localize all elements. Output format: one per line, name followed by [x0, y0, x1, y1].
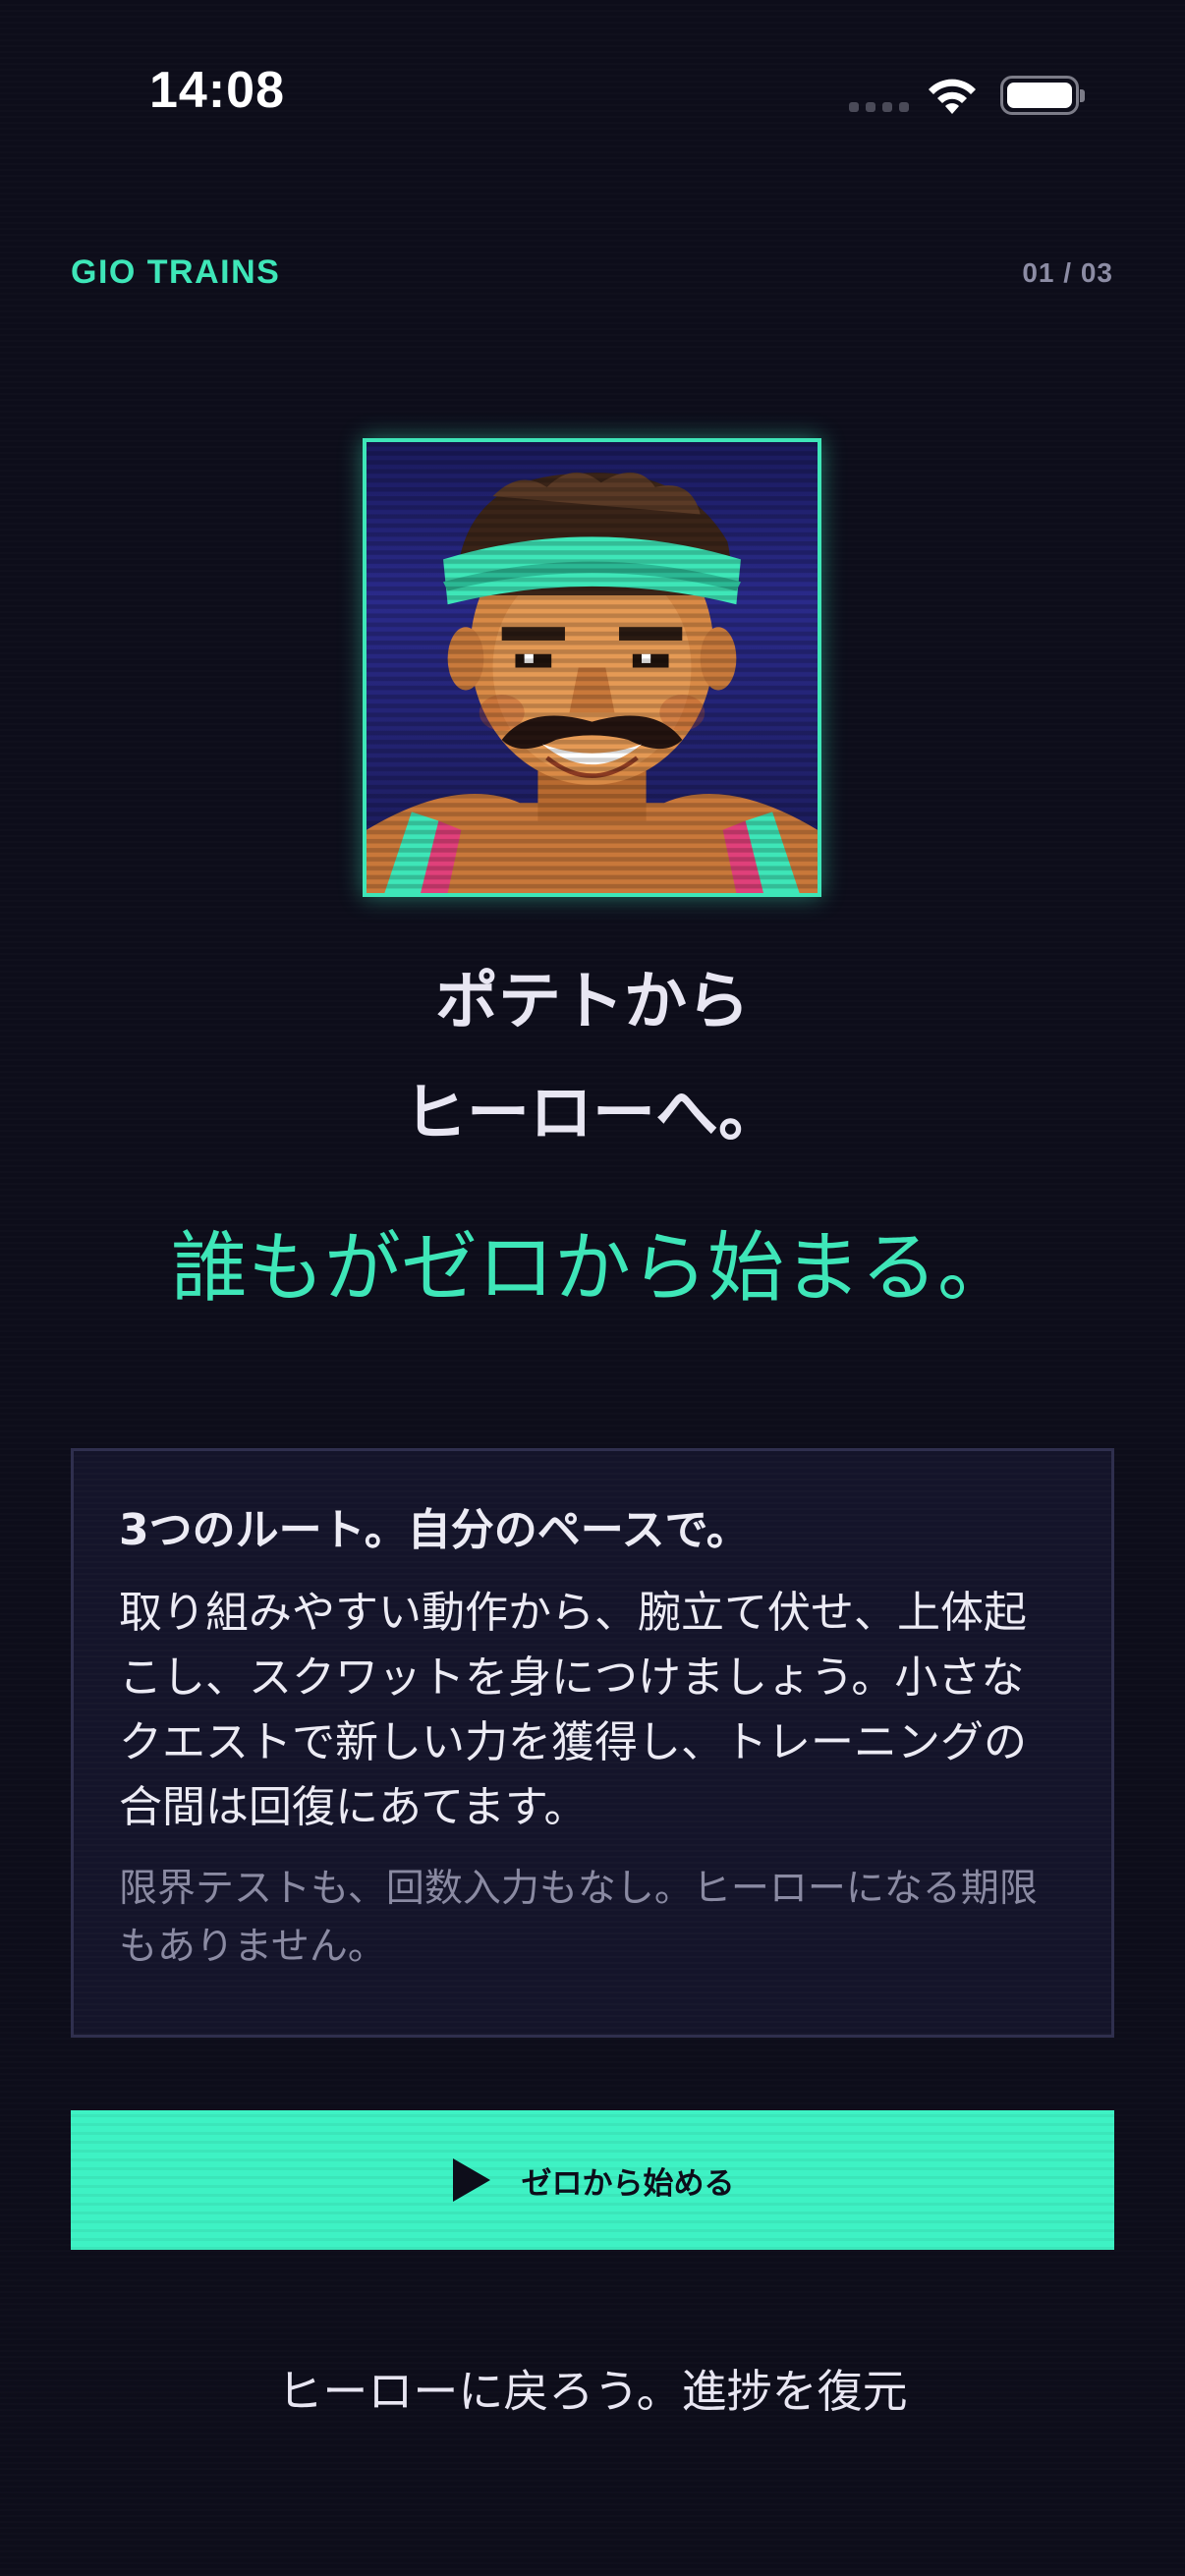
play-icon: [452, 2158, 490, 2202]
start-button-label: ゼロから始める: [521, 2165, 735, 2202]
onboarding-screen: 14:08 GIO TRAINS 01 / 03 ポテトから ヒーローへ。 誰も…: [0, 0, 1185, 2576]
coach-avatar: [363, 438, 821, 897]
tagline: 誰もがゼロから始まる。: [170, 1224, 1014, 1313]
headline-line-1: ポテトから: [435, 966, 750, 1038]
start-from-zero-button[interactable]: ゼロから始める: [71, 2110, 1114, 2250]
card-title: 3つのルート。自分のペースで。: [119, 1505, 750, 1555]
headline-line-2: ヒーローへ。: [404, 1078, 781, 1150]
card-note: 限界テストも、回数入力もなし。ヒーローになる期限もありません。: [119, 1867, 1038, 1969]
status-time: 14:08: [149, 62, 285, 119]
cellular-signal-icon: [849, 102, 909, 112]
info-card: 3つのルート。自分のペースで。 取り組みやすい動作から、腕立て伏せ、上体起こし、…: [71, 1448, 1114, 2038]
battery-icon: [1000, 76, 1085, 115]
brand-title: GIO TRAINS: [71, 253, 281, 291]
page-counter: 01 / 03: [1022, 257, 1113, 288]
restore-progress-link[interactable]: ヒーローに戻ろう。進捗を復元: [0, 2356, 1185, 2421]
card-body: 取り組みやすい動作から、腕立て伏せ、上体起こし、スクワットを身につけましょう。小…: [119, 1588, 1027, 1832]
wifi-icon: [929, 79, 976, 114]
pixel-coach-portrait: [367, 442, 818, 893]
